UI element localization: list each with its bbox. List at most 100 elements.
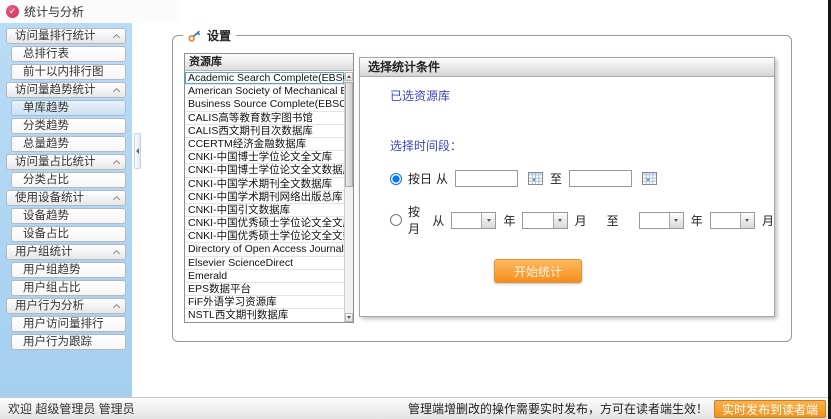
sidebar-group-header[interactable]: 用户行为分析 xyxy=(6,298,126,314)
settings-groupbox: 设置 资源库 Academic Search Complete(EBSCO)Am… xyxy=(172,27,792,342)
sidebar-group-header[interactable]: 访问量趋势统计 xyxy=(6,82,126,98)
sidebar-group-header[interactable]: 访问量占比统计 xyxy=(6,154,126,170)
resource-list-header: 资源库 xyxy=(185,54,353,71)
resource-list-scrollbar[interactable] xyxy=(344,72,353,322)
sidebar-item[interactable]: 总排行表 xyxy=(11,46,126,62)
by-month-row: 按月 从 年 月 至 年 月 xyxy=(390,203,774,237)
chevron-up-icon xyxy=(113,88,120,95)
page-title: 统计与分析 xyxy=(24,3,84,20)
dropdown-arrow-icon xyxy=(481,213,495,228)
by-day-label: 按日 xyxy=(408,170,432,187)
sidebar-group-header[interactable]: 用户组统计 xyxy=(6,244,126,260)
app-titlebar: ✓ 统计与分析 xyxy=(0,0,180,23)
publish-notice-text: 管理端增删改的操作需要实时发布，方可在读者端生效！ xyxy=(408,400,708,417)
collapse-arrow-icon xyxy=(136,148,139,154)
resource-list-item[interactable]: CNKI-中国学术期刊全文数据库 xyxy=(185,178,344,191)
sidebar-item[interactable]: 用户组趋势 xyxy=(11,262,126,278)
resource-list-item[interactable]: CCERTM经济金融数据库 xyxy=(185,138,344,151)
resource-list-item[interactable]: Directory of Open Access Journals xyxy=(185,243,344,256)
chevron-up-icon xyxy=(113,250,120,257)
settings-tools-icon xyxy=(188,30,203,42)
sidebar-group-label: 访问量排行统计 xyxy=(15,29,96,44)
sidebar-item[interactable]: 用户访问量排行 xyxy=(11,316,126,332)
sidebar-item[interactable]: 前十以内排行图 xyxy=(11,64,126,80)
chevron-up-icon xyxy=(113,304,120,311)
sidebar-group-header[interactable]: 使用设备统计 xyxy=(6,190,126,206)
resource-list-item[interactable]: Emerald xyxy=(185,270,344,283)
chevron-up-icon xyxy=(113,34,120,41)
chevron-up-icon xyxy=(113,196,120,203)
dropdown-arrow-icon xyxy=(553,213,567,228)
resource-list-item[interactable]: Academic Search Complete(EBSCO) xyxy=(185,72,344,85)
welcome-text: 欢迎 超级管理员 管理员 xyxy=(8,400,135,417)
resource-list-item[interactable]: CNKI-中国引文数据库 xyxy=(185,204,344,217)
by-month-from-month-select[interactable] xyxy=(522,212,567,229)
scroll-down-icon[interactable] xyxy=(345,313,353,322)
by-day-from-calendar-icon[interactable] xyxy=(528,172,543,185)
sidebar-collapse-handle[interactable] xyxy=(134,133,141,169)
by-month-from-year-select[interactable] xyxy=(451,212,496,229)
resource-listbox: 资源库 Academic Search Complete(EBSCO)Ameri… xyxy=(184,53,354,323)
year-label: 年 xyxy=(503,212,515,229)
month-label: 月 xyxy=(575,212,587,229)
by-day-row: 按日 从 至 xyxy=(390,170,774,187)
resource-list-item[interactable]: CALIS西文期刊目次数据库 xyxy=(185,125,344,138)
resource-list-item[interactable]: CNKI-中国优秀硕士学位论文全文数据库 xyxy=(185,230,344,243)
resource-list-rows: Academic Search Complete(EBSCO)American … xyxy=(185,72,344,322)
by-month-to-year-select[interactable] xyxy=(639,212,684,229)
by-day-radio[interactable] xyxy=(390,173,402,185)
sidebar-group-label: 访问量趋势统计 xyxy=(15,83,96,98)
conditions-panel-title: 选择统计条件 xyxy=(360,58,774,77)
footer-bar: 欢迎 超级管理员 管理员 管理端增删改的操作需要实时发布，方可在读者端生效！ 实… xyxy=(0,397,831,419)
year-label: 年 xyxy=(691,212,703,229)
sidebar-item[interactable]: 单库趋势 xyxy=(11,100,126,116)
sidebar: 访问量排行统计总排行表前十以内排行图访问量趋势统计单库趋势分类趋势总量趋势访问量… xyxy=(0,23,132,397)
scroll-up-icon[interactable] xyxy=(345,72,353,81)
resource-list-item[interactable]: EPS数据平台 xyxy=(185,283,344,296)
resource-list-item[interactable]: Elsevier ScienceDirect xyxy=(185,257,344,270)
by-day-to-input[interactable] xyxy=(569,170,632,187)
conditions-panel: 选择统计条件 已选资源库 选择时间段： 按日 从 至 xyxy=(359,57,775,317)
chevron-up-icon xyxy=(113,160,120,167)
sidebar-item[interactable]: 设备占比 xyxy=(11,226,126,242)
resource-list-item[interactable]: CNKI-中国学术期刊网络出版总库 xyxy=(185,191,344,204)
by-day-from-input[interactable] xyxy=(455,170,518,187)
settings-legend-label: 设置 xyxy=(207,27,231,44)
resource-list-item[interactable]: FiF外语学习资源库 xyxy=(185,296,344,309)
sidebar-item[interactable]: 分类趋势 xyxy=(11,118,126,134)
settings-legend: 设置 xyxy=(183,27,236,44)
sidebar-item[interactable]: 用户行为跟踪 xyxy=(11,334,126,350)
sidebar-item[interactable]: 总量趋势 xyxy=(11,136,126,152)
resource-list-item[interactable]: CNKI-中国博士学位论文全文数据库 xyxy=(185,164,344,177)
sidebar-group-label: 用户组统计 xyxy=(15,245,73,260)
start-statistics-button[interactable]: 开始统计 xyxy=(494,259,582,283)
by-day-to-calendar-icon[interactable] xyxy=(642,172,657,185)
by-month-to-month-select[interactable] xyxy=(710,212,755,229)
by-day-to-label: 至 xyxy=(550,170,562,187)
by-month-label: 按月 xyxy=(408,203,428,237)
sidebar-group-label: 使用设备统计 xyxy=(15,191,84,206)
scrollbar-thumb[interactable] xyxy=(345,82,353,187)
check-circle-icon: ✓ xyxy=(6,5,19,18)
dropdown-arrow-icon xyxy=(740,213,754,228)
sidebar-item[interactable]: 设备趋势 xyxy=(11,208,126,224)
resource-list-item[interactable]: Business Source Complete(EBSCO) xyxy=(185,98,344,111)
sidebar-item[interactable]: 用户组占比 xyxy=(11,280,126,296)
by-month-from-label: 从 xyxy=(432,212,444,229)
resource-list-item[interactable]: American Society of Mechanical Engi xyxy=(185,85,344,98)
resource-list-item[interactable]: NSTL西文期刊数据库 xyxy=(185,309,344,322)
resource-list-item[interactable]: CALIS高等教育数字图书馆 xyxy=(185,112,344,125)
sidebar-menu: 访问量排行统计总排行表前十以内排行图访问量趋势统计单库趋势分类趋势总量趋势访问量… xyxy=(0,28,132,350)
by-day-from-label: 从 xyxy=(436,170,448,187)
sidebar-group-label: 用户行为分析 xyxy=(15,299,84,314)
publish-to-reader-button[interactable]: 实时发布到读者端 xyxy=(714,400,826,418)
selected-resources-link[interactable]: 已选资源库 xyxy=(390,87,450,104)
resource-list-item[interactable]: CNKI-中国优秀硕士学位论文全文库 xyxy=(185,217,344,230)
time-period-label: 选择时间段： xyxy=(390,137,774,154)
sidebar-group-header[interactable]: 访问量排行统计 xyxy=(6,28,126,44)
by-month-radio[interactable] xyxy=(390,214,402,226)
sidebar-item[interactable]: 分类占比 xyxy=(11,172,126,188)
month-label: 月 xyxy=(762,212,774,229)
resource-list-item[interactable]: CNKI-中国博士学位论文全文库 xyxy=(185,151,344,164)
dropdown-arrow-icon xyxy=(669,213,683,228)
